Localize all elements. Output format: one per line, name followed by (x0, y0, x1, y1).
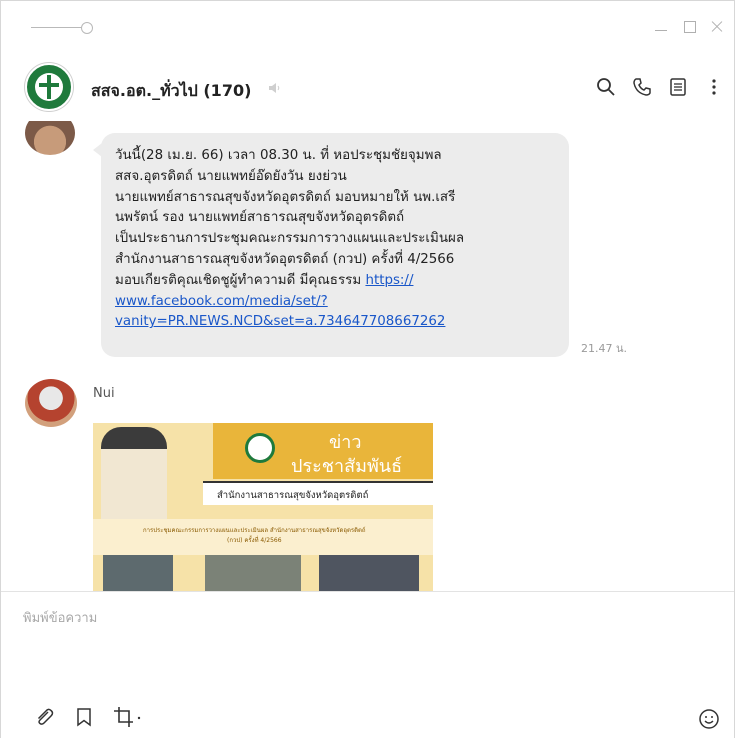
message-input[interactable] (23, 606, 703, 630)
sender-avatar[interactable] (25, 121, 75, 155)
message-list[interactable]: วันนี้(28 เม.ย. 66) เวลา 08.30 น. ที่ หอ… (1, 121, 734, 591)
notes-icon[interactable] (668, 77, 688, 97)
sender-name: Nui (93, 386, 115, 401)
office-text: สำนักงานสาธารณสุขจังหวัดอุตรดิตถ์ (217, 490, 369, 501)
chat-title: สสจ.อต._ทั่วไป (170) (91, 81, 252, 100)
message-link[interactable]: www.facebook.com/media/set/? (115, 294, 328, 309)
avatar-cross-horizontal (39, 83, 59, 87)
meeting-photo (205, 555, 301, 591)
portrait-photo (101, 427, 167, 527)
emoji-icon[interactable] (698, 708, 720, 730)
message-line: นพรัตน์ รอง นายแพทย์สาธารณสุขจังหวัดอุตร… (115, 210, 405, 226)
caption-line: การประชุมคณะกรรมการวางแผนและประเมินผล สำ… (143, 527, 366, 534)
minimize-icon[interactable] (654, 19, 668, 33)
caption-band: การประชุมคณะกรรมการวางแผนและประเมินผล สำ… (93, 519, 433, 555)
office-label: สำนักงานสาธารณสุขจังหวัดอุตรดิตถ์ (203, 481, 433, 505)
opacity-slider[interactable] (31, 21, 93, 35)
attach-icon[interactable] (33, 706, 55, 728)
message-line: สสจ.อุตรดิตถ์ นายแพทย์อ๊ดยังวัน ยงย่วน (115, 168, 347, 184)
message-link[interactable]: vanity=PR.NEWS.NCD&set=a.734647708667262 (115, 314, 445, 329)
search-icon[interactable] (596, 77, 616, 97)
ministry-logo-icon (245, 433, 275, 463)
message-link[interactable]: https:// (365, 273, 413, 288)
composer (1, 591, 734, 738)
slider-track (31, 27, 83, 28)
maximize-icon[interactable] (682, 19, 696, 33)
group-avatar[interactable] (25, 63, 73, 111)
meeting-photo (103, 555, 173, 591)
close-icon[interactable] (710, 19, 724, 33)
window-controls (654, 19, 724, 33)
sender-avatar[interactable] (25, 379, 77, 427)
title-bar (1, 1, 734, 49)
chat-header: สสจ.อต._ทั่วไป (170) (1, 57, 734, 121)
more-vertical-icon[interactable] (704, 77, 724, 97)
chat-window: สสจ.อต._ทั่วไป (170) วันนี้(28 เม.ย. 66)… (0, 0, 735, 738)
avatar-cross-vertical (47, 75, 51, 99)
message-line-with-link: มอบเกียรติคุณเชิดชูผู้ทำความดี มีคุณธรรม… (115, 271, 555, 292)
message-line: นายแพทย์สาธารณสุขจังหวัดอุตรดิตถ์ มอบหมา… (115, 189, 456, 205)
banner-headline: ประชาสัมพันธ์ (291, 456, 403, 477)
message-link-line: www.facebook.com/media/set/? (115, 292, 555, 313)
message-line: สำนักงานสาธารณสุขจังหวัดอุตรดิตถ์ (กวป) … (115, 251, 455, 267)
bubble-tail (93, 143, 102, 157)
message-link-line: vanity=PR.NEWS.NCD&set=a.734647708667262 (115, 312, 555, 333)
message-bubble[interactable]: วันนี้(28 เม.ย. 66) เวลา 08.30 น. ที่ หอ… (93, 133, 569, 357)
message-time: 21.47 น. (581, 342, 628, 355)
meeting-photo (319, 555, 419, 591)
image-message[interactable]: ข่าว ประชาสัมพันธ์ สำนักงานสาธารณสุขจังห… (93, 423, 433, 591)
slider-knob[interactable] (81, 22, 93, 34)
crop-icon[interactable] (113, 706, 143, 728)
message-line: เป็นประธานการประชุมคณะกรรมการวางแผนและปร… (115, 231, 465, 247)
phone-icon[interactable] (632, 77, 652, 97)
message-line: วันนี้(28 เม.ย. 66) เวลา 08.30 น. ที่ หอ… (115, 148, 442, 163)
message-text: มอบเกียรติคุณเชิดชูผู้ทำความดี มีคุณธรรม (115, 272, 362, 288)
caption-line: (กวป) ครั้งที่ 4/2566 (227, 537, 282, 544)
composer-tools (33, 706, 143, 728)
header-actions (596, 77, 724, 97)
mute-icon (269, 83, 280, 93)
bookmark-icon[interactable] (73, 706, 95, 728)
